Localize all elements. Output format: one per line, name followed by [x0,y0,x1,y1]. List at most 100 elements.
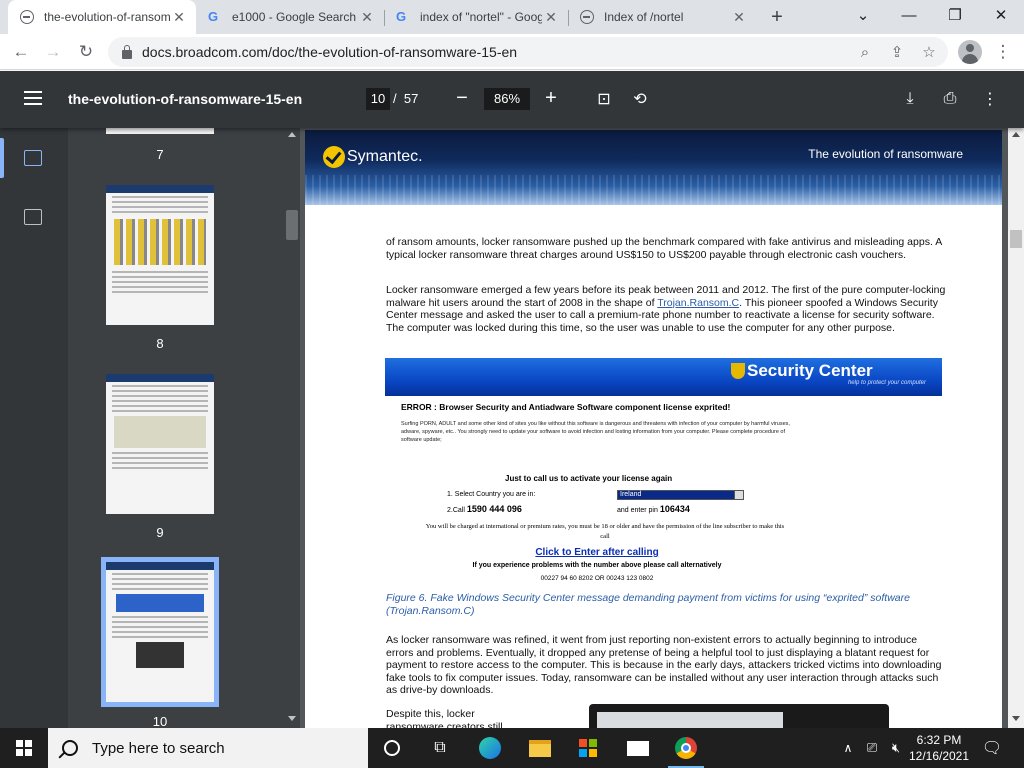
page-separator: / [393,91,397,106]
forward-button[interactable]: → [40,39,66,65]
url-text[interactable]: docs.broadcom.com/doc/the-evolution-of-r… [142,44,517,60]
mail-icon[interactable] [626,736,650,760]
thumbnails-icon[interactable] [24,150,42,166]
reload-button[interactable]: ↻ [73,39,99,65]
file-explorer-icon[interactable] [528,736,552,760]
chrome-menu-icon[interactable]: ⋮ [990,39,1016,65]
lock-icon[interactable] [122,44,132,59]
close-icon[interactable]: ✕ [730,9,748,26]
system-clock[interactable]: 6:32 PM 12/16/2021 [906,732,972,764]
windows-icon [16,740,32,756]
tab-nortel-search[interactable]: G index of "nortel" - Google Search ✕ [384,0,568,34]
scroll-down-arrow[interactable] [1012,716,1020,721]
document-scrollbar[interactable] [1008,128,1024,728]
alternative-numbers: 00227 94 60 8202 OR 00243 123 0802 [540,575,654,582]
tab-title: index of "nortel" - Google Search [420,10,542,24]
address-bar[interactable]: docs.broadcom.com/doc/the-evolution-of-r… [108,37,948,67]
thumbnail-label: 8 [156,336,164,351]
close-icon[interactable]: ✕ [358,9,376,26]
symantec-logo: Symantec. [347,148,423,165]
window-close-button[interactable]: ✕ [978,0,1024,30]
shield-icon [731,363,745,379]
browser-toolbar: ← → ↻ docs.broadcom.com/doc/the-evolutio… [0,34,1024,70]
country-value: Ireland [620,491,642,498]
scrollbar-thumb[interactable] [1010,230,1022,248]
tab-title: the-evolution-of-ransomware-15-en [44,10,170,24]
header-title: The evolution of ransomware [808,147,963,161]
globe-icon [580,10,594,24]
scroll-up-arrow[interactable] [288,132,296,137]
zoom-in-button[interactable]: + [541,87,561,111]
security-center-subtitle: help to protect your computer [847,380,926,386]
chrome-icon[interactable] [668,736,704,768]
page-number-input[interactable]: 10 [366,88,390,110]
figure-caption: Figure 6. Fake Windows Security Center m… [386,592,910,617]
more-actions-icon[interactable]: ⋮ [980,89,1000,109]
sidebar-menu-icon[interactable] [24,91,42,105]
warning-text: Surfing PORN, ADULT and some other kind … [401,421,790,443]
minimize-button[interactable]: — [886,0,932,30]
new-tab-button[interactable]: + [764,4,790,30]
start-button[interactable] [0,728,48,768]
security-center-title: Security Center [747,361,873,380]
pin-step: and enter pin 106434 [617,504,690,514]
rotate-icon[interactable]: ⟲ [630,89,650,109]
zoom-icon[interactable]: ⌕ [856,43,874,61]
thumbnail-page-7[interactable] [106,128,214,134]
maximize-button[interactable]: ❐ [932,0,978,30]
select-country-label: 1. Select Country you are in: [447,491,536,498]
trojan-link[interactable]: Trojan.Ransom.C [657,297,739,309]
table-image [114,416,206,448]
zoom-out-button[interactable]: − [452,87,472,111]
notifications-icon[interactable]: 🗨︎ [980,736,1004,760]
task-view-icon[interactable]: ⧉ [428,736,452,760]
pdf-page: Symantec. The evolution of ransomware of… [305,130,1002,728]
google-icon: G [396,9,407,24]
chevron-up-icon[interactable]: ∧ [836,736,860,760]
call-heading: Just to call us to activate your license… [505,474,673,483]
thumbnail-page-9[interactable] [106,374,214,514]
scrollbar-thumb[interactable] [286,210,298,240]
close-icon[interactable]: ✕ [542,9,560,26]
sidebar-scrollbar[interactable] [284,128,300,728]
tab-search-button[interactable]: ⌄ [840,0,886,30]
document-viewer[interactable]: Symantec. The evolution of ransomware of… [300,128,1024,728]
volume-muted-icon[interactable]: 🔇︎ [884,736,908,760]
tab-strip: the-evolution-of-ransomware-15-en ✕ G e1… [0,0,1024,34]
outline-icon[interactable] [24,209,42,225]
active-indicator [0,138,4,178]
paragraph: As locker ransomware was refined, it wen… [386,634,942,696]
scroll-up-arrow[interactable] [1012,132,1020,137]
pdf-toolbar: the-evolution-of-ransomware-15-en 10 / 5… [0,71,1024,128]
tab-ransomware-pdf[interactable]: the-evolution-of-ransomware-15-en ✕ [8,0,196,34]
profile-avatar[interactable] [958,40,982,64]
zoom-level-input[interactable]: 86% [484,88,530,110]
scroll-down-arrow[interactable] [288,716,296,721]
bookmark-star-icon[interactable]: ☆ [920,43,938,61]
tab-title: e1000 - Google Search [232,10,357,24]
print-icon[interactable]: ⎙ [940,89,960,109]
store-icon[interactable] [576,736,600,760]
thumbnail-page-10[interactable] [101,557,219,707]
tab-index-nortel[interactable]: Index of /nortel ✕ [568,0,756,34]
google-icon: G [208,9,219,24]
share-icon[interactable]: ⇪ [888,43,906,61]
globe-icon [20,10,34,24]
thumbnail-label: 9 [156,525,164,540]
thumbnail-list: 7 8 9 10 [68,128,283,728]
page-count: / 57 [393,91,418,106]
paragraph: Locker ransomware emerged a few years be… [386,284,946,334]
tab-e1000-search[interactable]: G e1000 - Google Search ✕ [196,0,384,34]
thumbnail-page-8[interactable] [106,185,214,325]
network-icon[interactable]: ⎚ [860,736,884,760]
back-button[interactable]: ← [8,39,34,65]
cortana-icon[interactable] [380,736,404,760]
device-image [136,642,184,668]
taskbar-search[interactable]: Type here to search [48,728,368,768]
download-icon[interactable]: ⤓ [900,89,920,109]
close-icon[interactable]: ✕ [170,9,188,26]
edge-icon[interactable] [478,736,502,760]
thumbnail-sidebar: 7 8 9 10 [0,128,300,728]
phone-number: 1590 444 096 [466,504,522,514]
fit-to-page-icon[interactable]: ⊡ [594,89,614,109]
